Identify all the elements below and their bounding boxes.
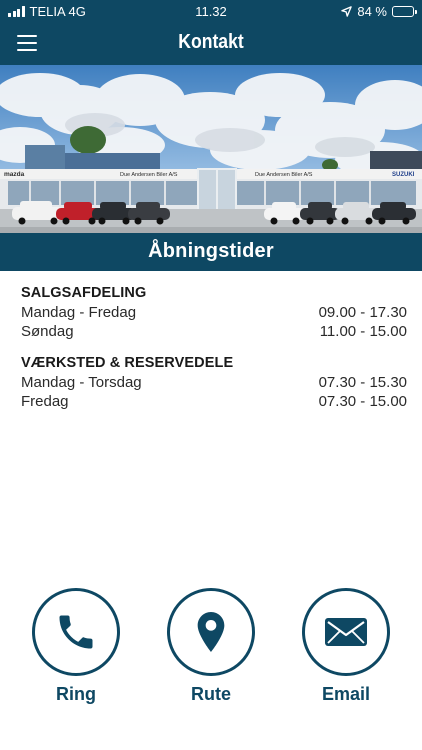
- call-label: Ring: [56, 684, 96, 704]
- department-group: VÆRKSTED & RESERVEDELE Mandag - Torsdag …: [21, 355, 407, 411]
- hours-time: 09.00 - 17.30: [318, 304, 407, 321]
- hours-row: Mandag - Torsdag 07.30 - 15.30: [21, 373, 407, 392]
- route-button[interactable]: Rute: [167, 588, 255, 705]
- route-label: Rute: [191, 684, 231, 704]
- page-title: Kontakt: [178, 31, 244, 53]
- route-button-circle[interactable]: [167, 588, 255, 676]
- contact-actions: Ring Rute Email: [0, 588, 422, 718]
- hours-time: 07.30 - 15.30: [318, 374, 407, 391]
- hours-time: 07.30 - 15.00: [318, 393, 407, 410]
- nav-bar: Kontakt: [0, 22, 422, 65]
- email-label: Email: [321, 684, 371, 704]
- call-button-circle[interactable]: [32, 588, 120, 676]
- hours-day: Mandag - Fredag: [21, 304, 137, 321]
- hours-row: Søndag 11.00 - 15.00: [21, 322, 407, 341]
- department-group: SALGSAFDELING Mandag - Fredag 09.00 - 17…: [21, 285, 407, 341]
- opening-hours-header: Åbningstider: [0, 233, 422, 271]
- hours-row: Fredag 07.30 - 15.00: [21, 392, 407, 411]
- email-button[interactable]: Email: [302, 588, 390, 705]
- phone-icon: [59, 615, 93, 649]
- department-title: SALGSAFDELING: [21, 285, 147, 301]
- hours-time: 11.00 - 15.00: [319, 323, 407, 340]
- hours-day: Mandag - Torsdag: [21, 374, 142, 391]
- location-arrow-icon: [341, 6, 353, 17]
- sign-left: Due Andersen Biler A/S: [120, 172, 178, 178]
- battery-icon: [392, 6, 417, 17]
- section-title: Åbningstider: [148, 240, 274, 262]
- hours-row: Mandag - Fredag 09.00 - 17.30: [21, 303, 407, 322]
- opening-hours-list: SALGSAFDELING Mandag - Fredag 09.00 - 17…: [21, 285, 407, 411]
- sign-right: Due Andersen Biler A/S: [255, 172, 313, 178]
- envelope-icon: [325, 618, 367, 646]
- email-button-circle[interactable]: [302, 588, 390, 676]
- brand-left-sign: mazda: [4, 171, 25, 178]
- status-bar: TELIA 4G 11.32 84 %: [0, 0, 422, 22]
- brand-right-sign: SUZUKI: [392, 172, 415, 178]
- department-title: VÆRKSTED & RESERVEDELE: [21, 355, 234, 371]
- hours-day: Fredag: [21, 393, 69, 410]
- map-pin-icon: [197, 612, 225, 652]
- status-right: 84 %: [341, 4, 417, 19]
- dealership-photo: mazda Due Andersen Biler A/S Due Anderse…: [0, 65, 422, 233]
- call-button[interactable]: Ring: [32, 588, 120, 705]
- hours-day: Søndag: [21, 323, 74, 340]
- battery-percent: 84 %: [357, 4, 387, 19]
